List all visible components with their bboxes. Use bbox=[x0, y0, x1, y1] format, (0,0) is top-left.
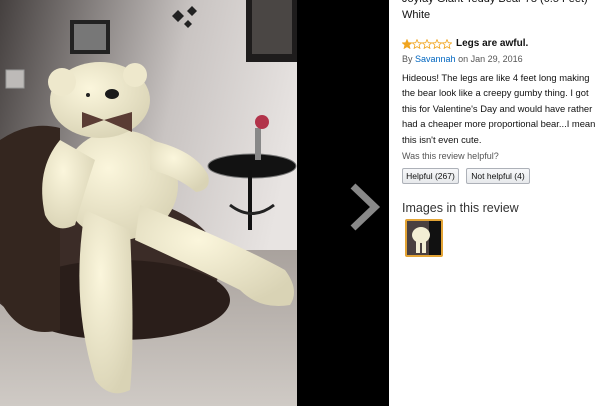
helpful-button[interactable]: Helpful (267) bbox=[402, 168, 459, 184]
review-panel: Joyfay Giant Teddy Bear 78 (6.5 Feet) Wh… bbox=[389, 0, 605, 406]
photo-nav-strip bbox=[297, 0, 389, 406]
teddy-bear-thumbnail-image bbox=[407, 221, 441, 255]
review-image-thumbnail[interactable] bbox=[405, 219, 443, 257]
not-helpful-button[interactable]: Not helpful (4) bbox=[466, 168, 530, 184]
review-date: on Jan 29, 2016 bbox=[458, 54, 523, 64]
product-title[interactable]: Joyfay Giant Teddy Bear 78 (6.5 Feet) Wh… bbox=[402, 0, 602, 23]
star-rating bbox=[402, 39, 452, 49]
star-empty-icon bbox=[442, 39, 452, 49]
review-body: Hideous! The legs are like 4 feet long m… bbox=[402, 72, 596, 145]
author-link[interactable]: Savannah bbox=[415, 54, 456, 64]
review-headline[interactable]: Legs are awful. bbox=[456, 37, 528, 51]
helpful-question: Was this review helpful? bbox=[402, 151, 499, 161]
star-empty-icon bbox=[412, 39, 422, 49]
review-photo bbox=[0, 0, 297, 406]
images-heading: Images in this review bbox=[402, 201, 519, 215]
star-empty-icon bbox=[432, 39, 442, 49]
byline-prefix: By bbox=[402, 54, 413, 64]
rating-row: Legs are awful. bbox=[402, 37, 528, 51]
teddy-bear-photo bbox=[0, 0, 297, 406]
review-byline: By Savannah on Jan 29, 2016 bbox=[402, 53, 523, 65]
star-filled-icon bbox=[402, 39, 412, 49]
chevron-right-icon[interactable] bbox=[347, 182, 381, 232]
star-empty-icon bbox=[422, 39, 432, 49]
